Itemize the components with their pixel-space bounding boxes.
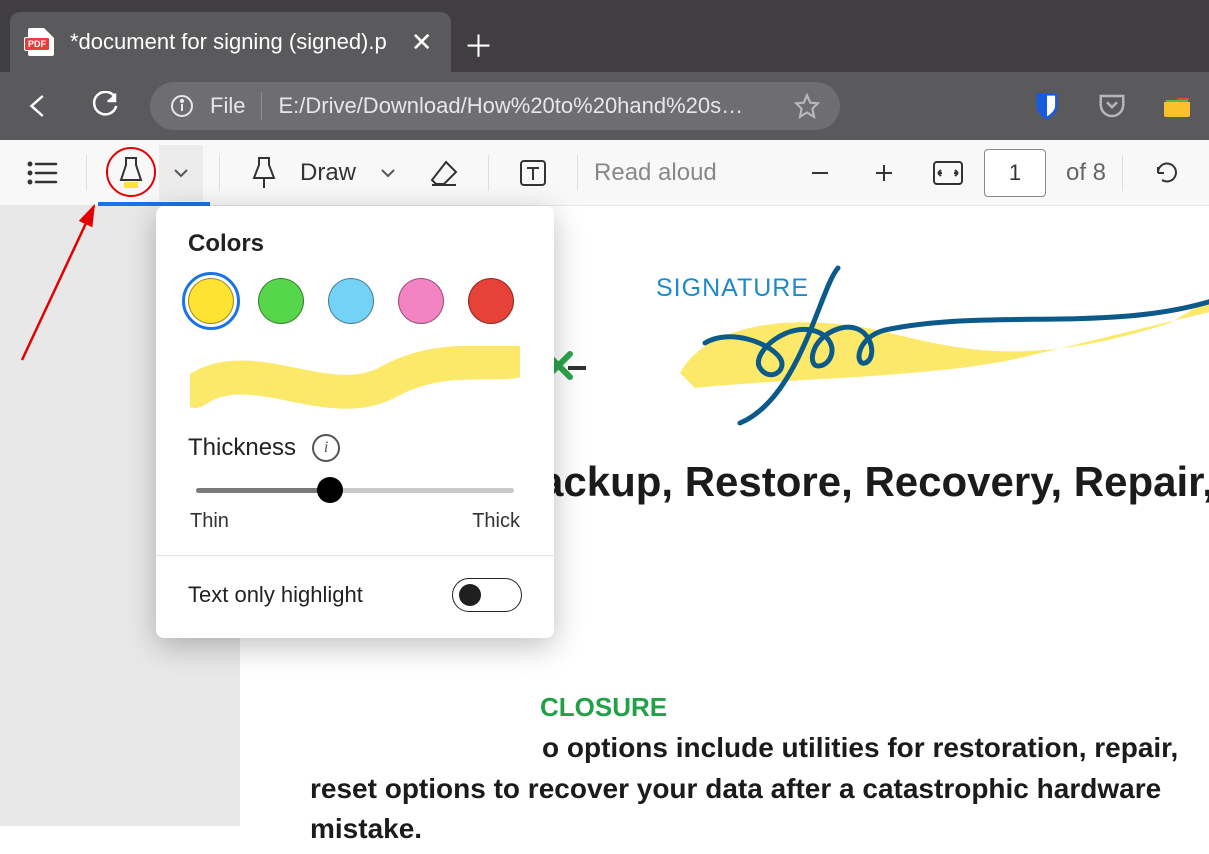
url-scheme: File <box>210 93 245 119</box>
separator <box>577 155 578 191</box>
color-swatch-red[interactable] <box>468 278 514 324</box>
new-tab-button[interactable]: ＋ <box>451 16 507 72</box>
close-tab-button[interactable]: ✕ <box>411 27 433 58</box>
bookmark-star-icon[interactable] <box>794 93 820 119</box>
rotate-button[interactable] <box>1139 145 1195 201</box>
color-swatch-pink[interactable] <box>398 278 444 324</box>
browser-chrome: PDF *document for signing (signed).p ✕ ＋… <box>0 0 1209 140</box>
tab-strip: PDF *document for signing (signed).p ✕ ＋ <box>0 0 1209 72</box>
address-bar[interactable]: File E:/Drive/Download/How%20to%20hand%2… <box>150 82 840 130</box>
highlight-button[interactable] <box>103 145 159 201</box>
color-swatch-lightblue[interactable] <box>328 278 374 324</box>
highlight-tool-group <box>103 145 203 201</box>
doc-heading: ackup, Restore, Recovery, Repair, R <box>540 458 1209 506</box>
color-swatch-green[interactable] <box>258 278 304 324</box>
slider-thumb[interactable] <box>317 477 343 503</box>
info-icon[interactable] <box>170 94 194 118</box>
tab-title: *document for signing (signed).p <box>70 29 387 55</box>
pdf-file-icon: PDF <box>28 28 54 56</box>
page-number-input[interactable] <box>984 149 1046 197</box>
colors-heading: Colors <box>188 230 522 258</box>
thickness-slider[interactable] <box>196 480 514 500</box>
highlight-options-popup: Colors Thickness i Thin Thick Text only … <box>156 206 554 638</box>
reload-button[interactable] <box>84 85 126 127</box>
separator <box>1122 155 1123 191</box>
draw-button[interactable] <box>236 145 292 201</box>
highlight-dropdown-button[interactable] <box>159 145 203 201</box>
add-text-button[interactable] <box>505 145 561 201</box>
signature-drawing <box>670 258 1209 428</box>
doc-paragraph: o options include utilities for restorat… <box>310 728 1178 850</box>
section-label: CLOSURE <box>540 692 667 723</box>
pdf-toolbar: Draw Read aloud of 8 <box>0 140 1209 206</box>
separator <box>219 155 220 191</box>
text-only-highlight-toggle[interactable] <box>452 578 522 612</box>
thick-label: Thick <box>472 510 520 533</box>
pocket-icon[interactable] <box>1097 92 1127 120</box>
info-icon[interactable]: i <box>312 434 340 462</box>
draw-dropdown-button[interactable] <box>368 145 408 201</box>
table-of-contents-button[interactable] <box>14 145 70 201</box>
thickness-heading: Thickness <box>188 434 296 462</box>
thin-label: Thin <box>190 510 229 533</box>
separator <box>86 155 87 191</box>
zoom-in-button[interactable] <box>856 145 912 201</box>
fit-width-button[interactable] <box>920 145 976 201</box>
zoom-out-button[interactable] <box>792 145 848 201</box>
url-path: E:/Drive/Download/How%20to%20hand%20s… <box>278 93 778 119</box>
text-only-highlight-label: Text only highlight <box>188 582 363 608</box>
browser-tab[interactable]: PDF *document for signing (signed).p ✕ <box>10 12 451 72</box>
page-total-label: of 8 <box>1066 159 1106 187</box>
caret-mark <box>568 366 586 370</box>
nav-bar: File E:/Drive/Download/How%20to%20hand%2… <box>0 72 1209 140</box>
separator <box>488 155 489 191</box>
read-aloud-button[interactable]: Read aloud <box>594 159 717 187</box>
color-swatch-row <box>188 278 522 324</box>
draw-label: Draw <box>300 159 356 187</box>
erase-button[interactable] <box>416 145 472 201</box>
highlight-preview <box>188 346 522 410</box>
draw-tool-group: Draw <box>236 145 408 201</box>
color-swatch-yellow[interactable] <box>188 278 234 324</box>
folder-icon[interactable] <box>1163 95 1191 117</box>
bitwarden-icon[interactable] <box>1033 91 1061 121</box>
separator <box>261 92 262 120</box>
back-button[interactable] <box>18 85 60 127</box>
